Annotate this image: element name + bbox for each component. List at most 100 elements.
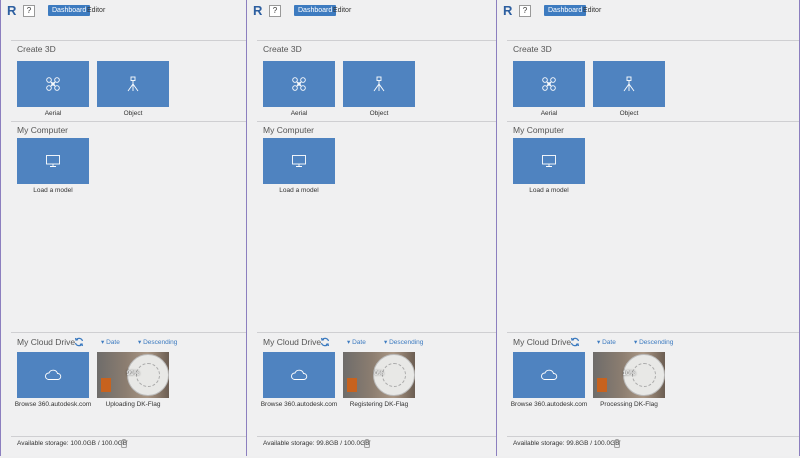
my-computer-title: My Computer: [513, 125, 565, 135]
model-thumbnail[interactable]: 10%: [593, 352, 665, 398]
model-thumbnail[interactable]: 99%: [97, 352, 169, 398]
help-button[interactable]: ?: [269, 5, 281, 17]
top-bar: R ? Dashboard Editor: [497, 0, 799, 20]
refresh-icon[interactable]: [74, 337, 84, 347]
load-model-label: Load a model: [279, 187, 319, 194]
load-model-label: Load a model: [529, 187, 569, 194]
sort-order-label: Descending: [389, 339, 424, 346]
divider: [507, 121, 799, 122]
model-status-label: Registering DK-Flag: [349, 401, 409, 408]
help-button[interactable]: ?: [23, 5, 35, 17]
aerial-tile[interactable]: [263, 61, 335, 107]
object-label: Object: [369, 110, 389, 117]
create-3d-title: Create 3D: [513, 44, 552, 54]
my-computer-title: My Computer: [17, 125, 69, 135]
browse-cloud-tile[interactable]: [513, 352, 585, 398]
aerial-tile[interactable]: [513, 61, 585, 107]
trash-icon[interactable]: [120, 439, 128, 448]
divider: [257, 40, 496, 41]
sort-order-dropdown[interactable]: ▾ Descending: [634, 338, 673, 346]
dashboard-panel-1: R ? Dashboard Editor Create 3D Aerial Ob…: [0, 0, 246, 456]
sort-order-dropdown[interactable]: ▾ Descending: [384, 338, 423, 346]
tab-editor[interactable]: Editor: [333, 5, 351, 16]
monitor-icon: [292, 155, 306, 167]
model-thumbnail[interactable]: 0%: [343, 352, 415, 398]
drone-icon: [46, 77, 60, 91]
sort-date-dropdown[interactable]: ▾ Date: [597, 338, 616, 346]
progress-text: 10%: [622, 370, 636, 377]
app-logo[interactable]: R: [503, 4, 514, 17]
tab-dashboard[interactable]: Dashboard: [544, 5, 587, 16]
cloud-icon: [45, 369, 62, 380]
create-3d-title: Create 3D: [263, 44, 302, 54]
divider: [11, 436, 246, 437]
model-status-label: Uploading DK-Flag: [105, 401, 161, 408]
cloud-icon: [541, 369, 558, 380]
storage-text: Available storage: 99.8GB / 100.0GB: [513, 440, 620, 447]
load-model-tile[interactable]: [17, 138, 89, 184]
divider: [11, 121, 246, 122]
browse-cloud-label: Browse 360.autodesk.com: [14, 401, 92, 408]
sort-order-label: Descending: [143, 339, 178, 346]
refresh-icon[interactable]: [570, 337, 580, 347]
tab-dashboard[interactable]: Dashboard: [48, 5, 91, 16]
trash-icon[interactable]: [613, 439, 621, 448]
create-3d-title: Create 3D: [17, 44, 56, 54]
app-logo[interactable]: R: [7, 4, 18, 17]
load-model-tile[interactable]: [263, 138, 335, 184]
load-model-tile[interactable]: [513, 138, 585, 184]
sort-order-label: Descending: [639, 339, 674, 346]
browse-cloud-label: Browse 360.autodesk.com: [510, 401, 588, 408]
sort-date-dropdown[interactable]: ▾ Date: [347, 338, 366, 346]
object-tile[interactable]: [97, 61, 169, 107]
divider: [11, 332, 246, 333]
aerial-label: Aerial: [44, 110, 62, 117]
tripod-icon: [373, 76, 385, 92]
browse-cloud-tile[interactable]: [263, 352, 335, 398]
aerial-label: Aerial: [540, 110, 558, 117]
cloud-drive-title: My Cloud Drive: [17, 337, 76, 347]
help-button[interactable]: ?: [519, 5, 531, 17]
browse-cloud-tile[interactable]: [17, 352, 89, 398]
divider: [11, 40, 246, 41]
object-tile[interactable]: [343, 61, 415, 107]
cloud-drive-title: My Cloud Drive: [513, 337, 572, 347]
object-tile[interactable]: [593, 61, 665, 107]
top-bar: R ? Dashboard Editor: [1, 0, 246, 20]
drone-icon: [292, 77, 306, 91]
sort-order-dropdown[interactable]: ▾ Descending: [138, 338, 177, 346]
app-logo[interactable]: R: [253, 4, 264, 17]
sort-date-label: Date: [352, 339, 366, 346]
cloud-icon: [291, 369, 308, 380]
aerial-label: Aerial: [290, 110, 308, 117]
tab-editor[interactable]: Editor: [87, 5, 105, 16]
dashboard-panel-2: R ? Dashboard Editor Create 3D Aerial Ob…: [246, 0, 496, 456]
storage-text: Available storage: 100.0GB / 100.0GB: [17, 440, 128, 447]
sort-date-dropdown[interactable]: ▾ Date: [101, 338, 120, 346]
aerial-tile[interactable]: [17, 61, 89, 107]
divider: [507, 40, 799, 41]
object-label: Object: [123, 110, 143, 117]
monitor-icon: [542, 155, 556, 167]
object-label: Object: [619, 110, 639, 117]
tripod-icon: [623, 76, 635, 92]
trash-icon[interactable]: [363, 439, 371, 448]
progress-text: 99%: [126, 370, 140, 377]
divider: [257, 121, 496, 122]
load-model-label: Load a model: [33, 187, 73, 194]
divider: [507, 436, 799, 437]
sort-date-label: Date: [106, 339, 120, 346]
top-bar: R ? Dashboard Editor: [247, 0, 496, 20]
browse-cloud-label: Browse 360.autodesk.com: [260, 401, 338, 408]
divider: [257, 332, 496, 333]
refresh-icon[interactable]: [320, 337, 330, 347]
tab-dashboard[interactable]: Dashboard: [294, 5, 337, 16]
monitor-icon: [46, 155, 60, 167]
divider: [257, 436, 496, 437]
sort-date-label: Date: [602, 339, 616, 346]
divider: [507, 332, 799, 333]
storage-text: Available storage: 99.8GB / 100.0GB: [263, 440, 370, 447]
tab-editor[interactable]: Editor: [583, 5, 601, 16]
dashboard-panel-3: R ? Dashboard Editor Create 3D Aerial Ob…: [496, 0, 800, 456]
my-computer-title: My Computer: [263, 125, 315, 135]
